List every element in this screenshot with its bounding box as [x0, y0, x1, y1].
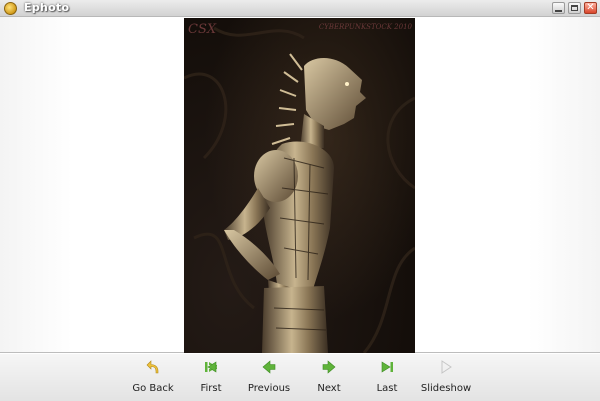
watermark-left: CSX	[188, 22, 217, 37]
close-button[interactable]: ✕	[584, 2, 597, 14]
close-icon: ✕	[586, 2, 595, 13]
go-back-label: Go Back	[132, 383, 174, 394]
first-label: First	[200, 383, 222, 394]
app-icon	[4, 2, 17, 15]
undo-arrow-icon	[146, 360, 159, 374]
image-viewer[interactable]: CSX CYBERPUNKSTOCK 2010	[0, 17, 600, 353]
last-label: Last	[376, 383, 398, 394]
go-back-button[interactable]: Go Back	[124, 358, 182, 398]
play-icon	[441, 360, 452, 374]
last-button[interactable]: Last	[358, 358, 416, 398]
previous-arrow-icon	[262, 360, 276, 374]
title-bar[interactable]: Ephoto ✕	[0, 0, 600, 17]
next-button[interactable]: Next	[300, 358, 358, 398]
next-arrow-icon	[322, 360, 336, 374]
previous-button[interactable]: Previous	[240, 358, 298, 398]
displayed-photo: CSX CYBERPUNKSTOCK 2010	[184, 18, 415, 353]
watermark-right: CYBERPUNKSTOCK 2010	[318, 23, 412, 31]
window-title: Ephoto	[24, 1, 70, 14]
first-arrow-icon	[205, 361, 217, 373]
next-label: Next	[317, 383, 341, 394]
slideshow-label: Slideshow	[420, 383, 472, 394]
cyborg-figure-illustration	[184, 26, 415, 353]
slideshow-button[interactable]: Slideshow	[417, 358, 475, 398]
navigation-toolbar: Go Back First Previous Next Last Slidesh…	[0, 354, 600, 401]
first-button[interactable]: First	[182, 358, 240, 398]
minimize-button[interactable]	[552, 2, 565, 14]
last-arrow-icon	[381, 361, 393, 373]
minimize-icon	[555, 9, 562, 12]
previous-label: Previous	[247, 383, 291, 394]
maximize-button[interactable]	[568, 2, 581, 14]
maximize-icon	[571, 5, 578, 11]
